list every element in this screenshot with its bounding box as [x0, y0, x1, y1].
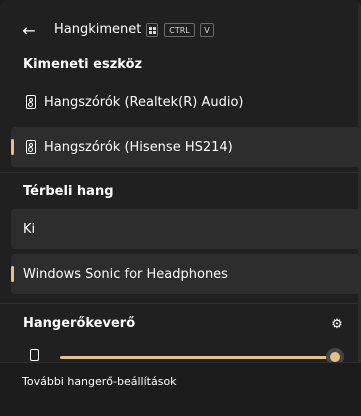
- section-divider: [0, 303, 361, 304]
- sound-output-flyout: ← Hangkimenet CTRL V Kimeneti eszköz Han…: [0, 0, 361, 416]
- back-arrow-icon: ←: [22, 20, 36, 40]
- more-volume-settings-link[interactable]: További hangerő-beállítások: [22, 375, 177, 388]
- ctrl-key-badge: CTRL: [164, 23, 195, 37]
- volume-mixer-heading: Hangerőkeverő: [23, 316, 136, 331]
- output-device-item-hisense[interactable]: Hangszórók (Hisense HS214): [11, 127, 361, 167]
- output-device-label: Hangszórók (Realtek(R) Audio): [44, 94, 244, 110]
- spatial-sound-label: Ki: [23, 221, 36, 237]
- volume-slider-track[interactable]: [60, 356, 332, 359]
- flyout-header: ← Hangkimenet CTRL V: [0, 18, 361, 44]
- back-button[interactable]: ←: [20, 20, 38, 40]
- spatial-sound-label: Windows Sonic for Headphones: [23, 266, 228, 282]
- speaker-icon: [26, 95, 36, 109]
- output-device-heading: Kimeneti eszköz: [23, 57, 143, 72]
- selection-indicator: [11, 266, 14, 282]
- output-device-item-realtek[interactable]: Hangszórók (Realtek(R) Audio): [11, 82, 361, 122]
- windows-key-badge: [146, 23, 158, 37]
- flyout-footer: További hangerő-beállítások: [0, 362, 361, 416]
- section-divider: [0, 172, 361, 173]
- windows-logo-icon: [148, 26, 156, 34]
- page-title: Hangkimenet: [54, 22, 142, 37]
- spatial-sound-item-off[interactable]: Ki: [11, 209, 361, 249]
- selection-indicator: [11, 139, 14, 155]
- speaker-icon: [30, 349, 39, 361]
- v-key-badge: V: [200, 23, 214, 37]
- output-device-label: Hangszórók (Hisense HS214): [44, 139, 233, 155]
- speaker-icon: [26, 140, 36, 154]
- spatial-sound-item-windows-sonic[interactable]: Windows Sonic for Headphones: [11, 254, 361, 294]
- gear-icon[interactable]: ⚙: [330, 318, 344, 332]
- spatial-sound-heading: Térbeli hang: [23, 184, 114, 199]
